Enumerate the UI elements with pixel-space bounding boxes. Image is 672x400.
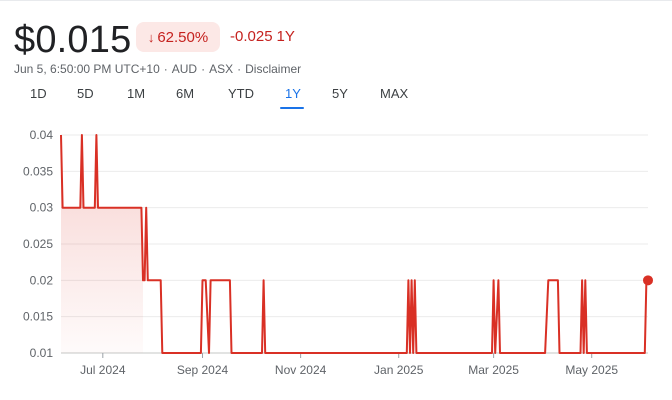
tab-6m[interactable]: 6M bbox=[176, 86, 194, 101]
last-price-point[interactable] bbox=[643, 275, 653, 286]
x-tick-label: Nov 2024 bbox=[275, 363, 327, 377]
y-tick-label: 0.035 bbox=[23, 164, 53, 178]
grid-lines bbox=[61, 134, 648, 354]
tab-ytd[interactable]: YTD bbox=[228, 86, 254, 101]
y-tick-label: 0.025 bbox=[23, 237, 53, 251]
y-tick-label: 0.02 bbox=[30, 273, 54, 287]
price-area-fill bbox=[61, 135, 143, 353]
separator-dot: · bbox=[201, 62, 206, 76]
quote-exchange: ASX bbox=[209, 62, 234, 76]
absolute-change-value: -0.025 bbox=[230, 28, 273, 45]
x-tick-label: Jan 2025 bbox=[374, 363, 424, 377]
disclaimer-link[interactable]: Disclaimer bbox=[245, 62, 301, 76]
x-axis: Jul 2024 Sep 2024 Nov 2024 Jan 2025 Mar 2025… bbox=[80, 353, 618, 377]
absolute-change: -0.025 1Y bbox=[230, 28, 295, 45]
quote-currency: AUD bbox=[171, 62, 198, 76]
arrow-down-icon: ↓ bbox=[147, 29, 155, 45]
y-tick-label: 0.04 bbox=[30, 128, 54, 142]
quote-timestamp: Jun 5, 6:50:00 PM UTC+10 bbox=[14, 62, 160, 76]
price-chart[interactable]: 0.04 0.035 0.03 0.025 0.02 0.015 0.01 Jul 2024… bbox=[0, 118, 672, 400]
y-axis: 0.04 0.035 0.03 0.025 0.02 0.015 0.01 bbox=[23, 128, 53, 360]
percent-change-value: 62.50% bbox=[157, 28, 209, 46]
tab-1y[interactable]: 1Y bbox=[285, 86, 301, 101]
active-tab-indicator bbox=[280, 107, 304, 109]
separator-dot: · bbox=[163, 62, 168, 76]
change-period: 1Y bbox=[276, 28, 295, 45]
y-tick-label: 0.01 bbox=[30, 346, 54, 360]
quote-meta: Jun 5, 6:50:00 PM UTC+10 · AUD · ASX · Disclai… bbox=[14, 62, 301, 76]
tab-5y[interactable]: 5Y bbox=[332, 86, 348, 101]
percent-change-badge: ↓ 62.50% bbox=[136, 22, 220, 52]
x-tick-label: Mar 2025 bbox=[468, 363, 519, 377]
x-tick-label: Jul 2024 bbox=[80, 363, 126, 377]
separator-dot: · bbox=[237, 62, 242, 76]
current-price: $0.015 bbox=[14, 19, 132, 61]
tab-1d[interactable]: 1D bbox=[30, 86, 47, 101]
x-tick-label: Sep 2024 bbox=[177, 363, 229, 377]
tab-5d[interactable]: 5D bbox=[77, 86, 94, 101]
x-tick-label: May 2025 bbox=[565, 363, 618, 377]
y-tick-label: 0.03 bbox=[30, 201, 54, 215]
y-tick-label: 0.015 bbox=[23, 310, 53, 324]
tab-max[interactable]: MAX bbox=[380, 86, 408, 101]
tab-1m[interactable]: 1M bbox=[127, 86, 145, 101]
top-divider bbox=[0, 0, 672, 1]
